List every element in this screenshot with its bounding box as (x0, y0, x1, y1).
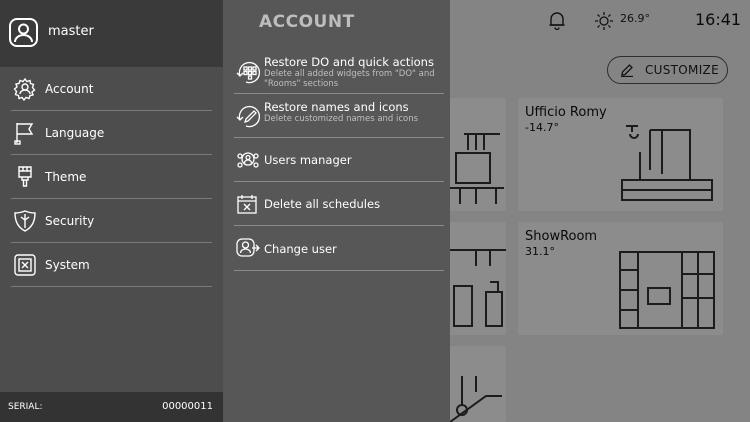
sidebar: master Account Language Theme Security S… (0, 0, 223, 422)
change-user-item[interactable]: Change user (234, 226, 444, 271)
restore-edit-icon (236, 106, 260, 128)
sidebar-item-label: Security (45, 214, 95, 228)
change-user-icon (236, 238, 260, 257)
account-panel: ACCOUNT Restore DO and quick actions Del… (223, 0, 450, 422)
restore-do-item[interactable]: Restore DO and quick actions Delete all … (234, 50, 444, 94)
shield-icon (14, 210, 36, 232)
sidebar-item-label: Account (45, 82, 94, 96)
sidebar-item-label: Theme (45, 170, 87, 184)
flag-icon (14, 123, 34, 145)
item-title: Users manager (264, 153, 352, 167)
item-title: Restore DO and quick actions (264, 55, 434, 69)
serial-label: SERIAL: (8, 402, 43, 412)
item-title: Delete all schedules (264, 197, 381, 211)
serial-value: 00000011 (162, 401, 213, 412)
sidebar-item-theme[interactable]: Theme (11, 155, 212, 199)
brush-icon (18, 166, 32, 187)
system-icon (14, 254, 36, 276)
user-header[interactable]: master (0, 0, 223, 67)
serial-footer: SERIAL: 00000011 (0, 392, 223, 422)
username: master (48, 24, 94, 39)
restore-grid-icon (236, 62, 260, 84)
sidebar-item-label: Language (45, 126, 105, 140)
delete-schedules-item[interactable]: Delete all schedules (234, 182, 444, 226)
user-avatar-icon (9, 18, 38, 47)
item-title: Change user (264, 242, 337, 256)
restore-names-item[interactable]: Restore names and icons Delete customize… (234, 94, 444, 138)
users-gear-icon (237, 152, 259, 168)
item-subtitle: Delete all added widgets from "DO" and "… (264, 69, 435, 89)
sidebar-item-system[interactable]: System (11, 243, 212, 287)
calendar-delete-icon (237, 195, 257, 214)
item-subtitle: Delete customized names and icons (264, 114, 419, 124)
gear-user-icon (13, 77, 36, 101)
panel-title: ACCOUNT (259, 12, 355, 32)
sidebar-item-language[interactable]: Language (11, 111, 212, 155)
sidebar-item-security[interactable]: Security (11, 199, 212, 243)
sidebar-item-label: System (45, 258, 90, 272)
sidebar-item-account[interactable]: Account (11, 67, 212, 111)
users-manager-item[interactable]: Users manager (234, 138, 444, 182)
item-title: Restore names and icons (264, 100, 409, 114)
